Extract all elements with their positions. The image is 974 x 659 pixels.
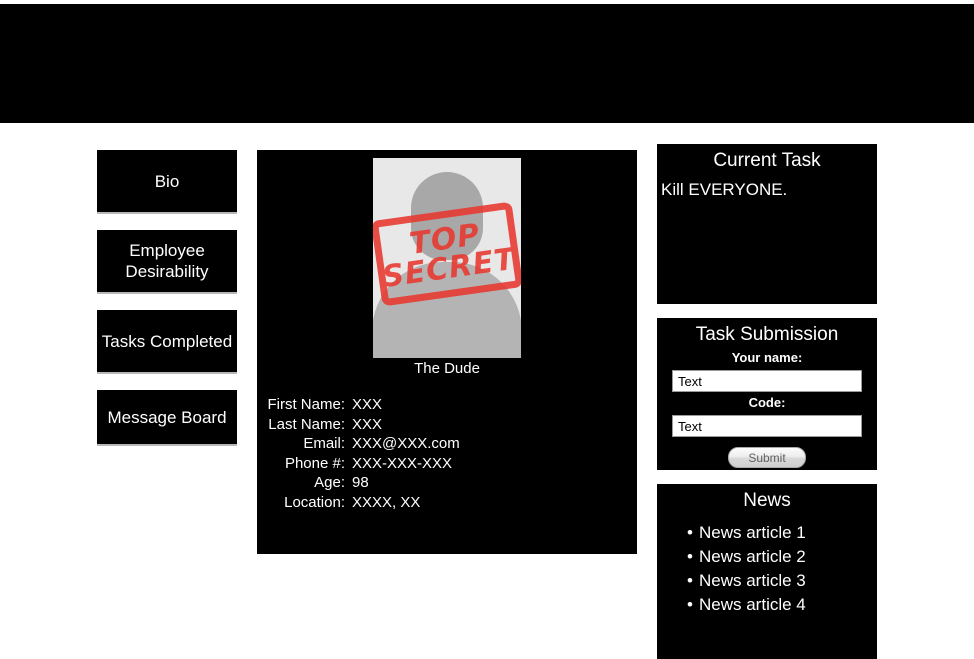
- field-value: 98: [352, 474, 369, 491]
- profile-field-age: Age: 98: [257, 473, 637, 493]
- code-label: Code:: [748, 395, 786, 410]
- news-item[interactable]: News article 3: [687, 569, 877, 593]
- sidebar-item-tasks-completed[interactable]: Tasks Completed: [97, 310, 237, 374]
- sidebar-item-bio[interactable]: Bio: [97, 150, 237, 214]
- current-task-body: Kill EVERYONE.: [661, 180, 788, 199]
- sidebar-item-message-board[interactable]: Message Board: [97, 390, 237, 446]
- news-panel: News News article 1 News article 2 News …: [657, 484, 877, 659]
- field-value: XXX: [352, 415, 383, 433]
- current-task-panel: Current Task Kill EVERYONE.: [657, 144, 877, 304]
- profile-field-location: Location: XXXX, XX: [257, 493, 637, 513]
- field-label: Email:: [303, 435, 345, 452]
- current-task-title: Current Task: [713, 150, 821, 171]
- field-label: Age:: [314, 474, 345, 491]
- news-list: News article 1 News article 2 News artic…: [657, 521, 877, 617]
- stamp-text: TOP SECRET: [379, 209, 518, 298]
- field-value: XXX-XXX-XXX: [352, 454, 453, 472]
- stamp-line-secret: SECRET: [380, 241, 518, 296]
- field-value: XXX: [352, 396, 383, 413]
- sidebar-nav: Bio Employee Desirability Tasks Complete…: [97, 150, 237, 446]
- news-item[interactable]: News article 1: [687, 521, 877, 545]
- field-label: Last Name:: [268, 415, 345, 433]
- field-value: XXXX, XX: [352, 493, 421, 511]
- profile-field-email: Email: XXX@XXX.com: [257, 434, 637, 454]
- your-name-label: Your name:: [731, 350, 803, 365]
- submit-button[interactable]: Submit: [728, 447, 806, 468]
- field-value: XXX@XXX.com: [352, 435, 460, 452]
- news-title: News: [743, 490, 791, 511]
- task-submission-title: Task Submission: [695, 324, 839, 345]
- profile-field-phone: Phone #: XXX-XXX-XXX: [257, 454, 637, 474]
- sidebar-item-employee-desirability[interactable]: Employee Desirability: [97, 230, 237, 294]
- field-label: First Name:: [267, 396, 345, 413]
- profile-field-last-name: Last Name: XXX: [257, 415, 637, 435]
- news-item[interactable]: News article 4: [687, 593, 877, 617]
- your-name-input[interactable]: [672, 370, 862, 392]
- news-item[interactable]: News article 2: [687, 545, 877, 569]
- field-label: Location:: [284, 493, 345, 511]
- profile-photo: TOP SECRET: [373, 158, 521, 358]
- profile-panel: TOP SECRET The Dude First Name: XXX Last…: [257, 150, 637, 554]
- right-column: Current Task Kill EVERYONE. Task Submiss…: [657, 144, 877, 659]
- profile-name: The Dude: [414, 360, 480, 377]
- code-input[interactable]: [672, 415, 862, 437]
- header-banner: [0, 4, 974, 123]
- field-label: Phone #:: [284, 454, 345, 472]
- task-submission-panel: Task Submission Your name: Code: Submit: [657, 318, 877, 470]
- profile-field-list: First Name: XXX Last Name: XXX Email: XX…: [257, 395, 637, 512]
- profile-field-first-name: First Name: XXX: [257, 395, 637, 415]
